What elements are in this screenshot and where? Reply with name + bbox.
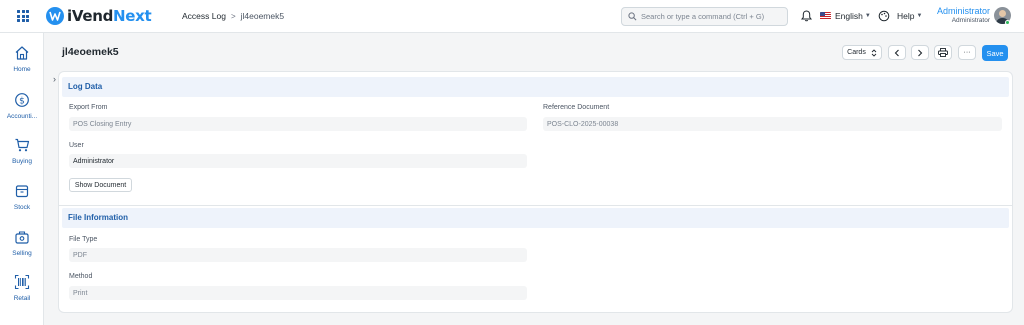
user-menu[interactable]: Administrator Administrator — [937, 6, 990, 25]
view-select-value: Cards — [847, 49, 866, 56]
user-field[interactable]: Administrator — [69, 154, 527, 168]
sidebar-item-label: Selling — [12, 250, 32, 257]
next-button[interactable] — [911, 45, 929, 60]
form-card — [58, 71, 1013, 313]
breadcrumb-parent-link[interactable]: Access Log — [182, 11, 226, 21]
method-field[interactable]: Print — [69, 286, 527, 300]
online-status-indicator — [1005, 20, 1010, 25]
sidebar-item-label: Buying — [12, 158, 32, 165]
user-role: Administrator — [951, 17, 990, 24]
breadcrumb-separator: > — [230, 11, 236, 21]
help-menu[interactable]: Help ▼ — [897, 11, 922, 21]
search-icon — [628, 12, 637, 21]
user-label: User — [69, 142, 84, 149]
brand-name-part2: Next — [113, 7, 152, 25]
chevron-down-icon: ▼ — [864, 13, 871, 19]
sidebar: Home $ Accounti... Buying Stock Selling … — [0, 33, 44, 325]
chevron-right-icon[interactable]: › — [53, 74, 62, 86]
home-icon — [15, 46, 29, 60]
cart-icon — [15, 138, 30, 152]
search-placeholder: Search or type a command (Ctrl + G) — [641, 12, 765, 21]
print-button[interactable] — [934, 45, 952, 60]
chevron-right-icon — [918, 49, 923, 56]
sidebar-item-retail[interactable]: Retail — [0, 274, 44, 302]
chevron-down-icon: ▼ — [916, 13, 923, 19]
chevron-left-icon — [894, 49, 899, 56]
sidebar-item-label: Home — [13, 66, 31, 73]
sidebar-item-selling[interactable]: Selling — [0, 229, 44, 257]
previous-button[interactable] — [888, 45, 906, 60]
language-selector[interactable]: English ▼ — [820, 11, 871, 21]
box-icon — [15, 185, 29, 198]
apps-grid-icon[interactable] — [17, 10, 29, 22]
palette-icon[interactable] — [878, 10, 890, 22]
breadcrumb-current: jl4eoemek5 — [240, 11, 285, 21]
method-label: Method — [69, 273, 93, 280]
sidebar-item-buying[interactable]: Buying — [0, 137, 44, 165]
section-divider — [59, 205, 1012, 206]
section-title: File Information — [68, 213, 128, 222]
page-title: jl4eoemek5 — [62, 46, 119, 58]
sidebar-item-label: Stock — [13, 204, 31, 211]
sidebar-item-label: Accounti... — [6, 113, 38, 120]
reference-document-field[interactable]: POS-CLO-2025-00038 — [543, 117, 1002, 131]
sidebar-item-home[interactable]: Home — [0, 45, 44, 73]
more-actions-label: ··· — [963, 49, 971, 56]
sidebar-item-accounting[interactable]: $ Accounti... — [0, 92, 44, 120]
dollar-icon: $ — [15, 93, 29, 107]
sort-arrows-icon — [871, 48, 877, 57]
view-select-dropdown[interactable]: Cards — [842, 45, 882, 60]
show-document-button[interactable]: Show Document — [69, 178, 132, 192]
notification-bell-icon[interactable] — [801, 10, 812, 22]
printer-icon — [938, 48, 948, 57]
save-button[interactable]: Save — [982, 45, 1008, 61]
top-navbar: iVendNext Access Log > jl4eoemek5 Search… — [0, 0, 1024, 33]
file-type-label: File Type — [69, 236, 98, 243]
breadcrumb: Access Log > jl4eoemek5 — [182, 11, 284, 21]
reference-document-label: Reference Document — [543, 104, 610, 111]
brand-name[interactable]: iVendNext — [67, 7, 152, 25]
brand-logo-icon[interactable] — [46, 7, 64, 25]
section-log-data-header[interactable]: Log Data — [62, 77, 1009, 97]
us-flag-icon — [820, 12, 831, 20]
svg-text:$: $ — [19, 96, 25, 106]
brand-name-part1: iVend — [67, 7, 114, 25]
section-file-information-header[interactable]: File Information — [62, 208, 1009, 228]
export-from-field[interactable]: POS Closing Entry — [69, 117, 527, 131]
section-title: Log Data — [68, 82, 103, 91]
file-type-field[interactable]: PDF — [69, 248, 527, 262]
search-input[interactable]: Search or type a command (Ctrl + G) — [621, 7, 788, 26]
sidebar-item-stock[interactable]: Stock — [0, 183, 44, 211]
barcode-icon — [14, 274, 30, 290]
language-label: English — [835, 11, 863, 21]
help-label: Help — [897, 11, 915, 21]
sidebar-item-label: Retail — [13, 295, 31, 302]
user-name: Administrator — [936, 6, 990, 16]
export-from-label: Export From — [69, 104, 108, 111]
more-actions-button[interactable]: ··· — [958, 45, 976, 60]
bag-icon — [15, 231, 29, 244]
